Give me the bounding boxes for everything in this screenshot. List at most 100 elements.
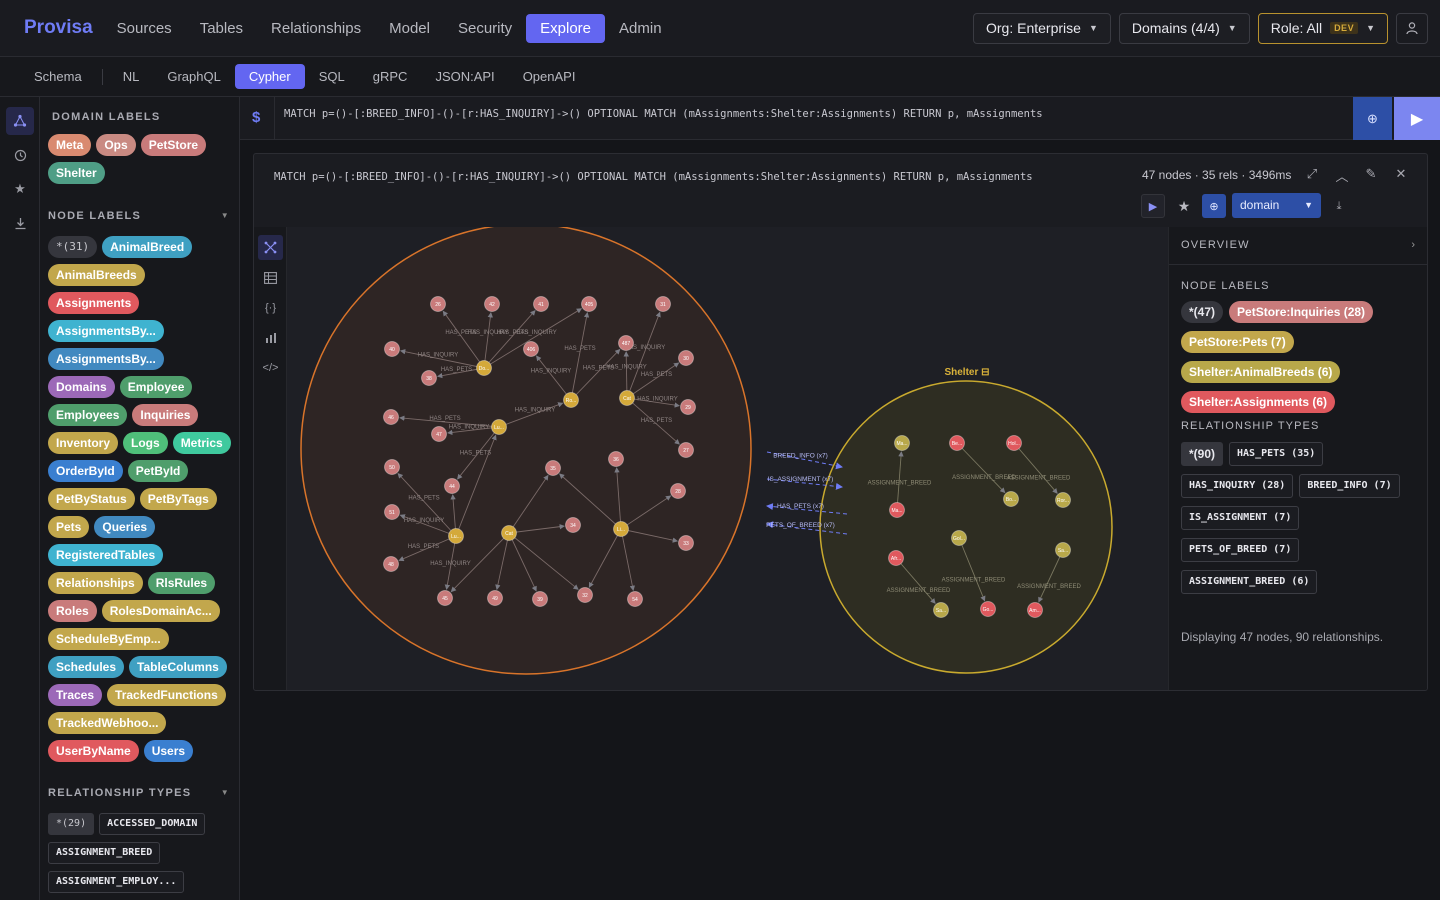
tab-nl[interactable]: NL [109,64,154,89]
rel-type-chip[interactable]: ASSIGNMENT_BREED [48,842,161,864]
view-mode-select[interactable]: domain ▼ [1232,193,1321,218]
nav-admin[interactable]: Admin [605,14,676,43]
domain-label-chip[interactable]: Meta [48,134,92,156]
node-label-chip[interactable]: Employees [48,404,128,426]
overview-rel-type-chip[interactable]: BREED_INFO (7) [1299,474,1400,498]
layout-button[interactable]: ⊕ [1202,194,1226,218]
node-label-chip[interactable]: PetByTags [139,488,217,510]
graph-node[interactable]: 30 [678,350,694,366]
star-icon[interactable]: ★ [6,175,34,203]
nav-explore[interactable]: Explore [526,13,606,43]
graph-node[interactable]: 51 [384,504,400,520]
graph-svg[interactable]: Shelter ⊟ HAS_PETSHAS_INQUIRYHAS_PETSHAS… [287,223,1168,691]
node-labels-count[interactable]: *(31) [48,236,98,258]
node-labels-heading[interactable]: NODE LABELS ▼ [48,210,234,222]
node-label-chip[interactable]: Assignments [48,292,140,314]
graph-node[interactable]: Li... [613,521,629,537]
graph-node[interactable]: Afr... [888,550,904,566]
chevron-right-icon[interactable]: › [1411,239,1415,251]
role-dropdown[interactable]: Role: All DEV ▼ [1257,12,1388,44]
graph-node[interactable]: 28 [670,483,686,499]
graph-node[interactable]: Go... [980,601,996,617]
graph-node[interactable]: 27 [678,442,694,458]
node-label-chip[interactable]: UserByName [48,740,139,762]
node-label-chip[interactable]: ScheduleByEmp... [48,628,169,650]
graph-node[interactable]: 50 [384,459,400,475]
tab-openapi[interactable]: OpenAPI [509,64,590,89]
nav-security[interactable]: Security [444,14,526,43]
node-label-chip[interactable]: Queries [94,516,156,538]
graph-node[interactable]: 29 [680,399,696,415]
node-label-chip[interactable]: TableColumns [129,656,227,678]
node-label-chip[interactable]: TrackedFunctions [107,684,226,706]
overview-node-label-chip[interactable]: PetStore:Pets (7) [1181,331,1294,353]
overview-rel-type-chip[interactable]: HAS_INQUIRY (28) [1181,474,1294,498]
json-view-icon[interactable]: {·} [258,295,283,320]
graph-node[interactable]: 36 [608,451,624,467]
tab-graphql[interactable]: GraphQL [153,64,234,89]
graph-node[interactable]: Sa... [933,602,949,618]
overview-rel-type-chip[interactable]: ASSIGNMENT_BREED (6) [1181,570,1318,594]
node-label-chip[interactable]: Schedules [48,656,125,678]
graph-node[interactable]: 42 [484,296,500,312]
graph-node[interactable]: Do... [476,360,492,376]
node-label-chip[interactable]: Inquiries [132,404,199,426]
node-label-chip[interactable]: RolesDomainAc... [101,600,220,622]
graph-node[interactable]: Lu... [491,419,507,435]
rel-types-heading[interactable]: RELATIONSHIP TYPES ▼ [48,787,234,799]
history-icon[interactable] [6,141,34,169]
graph-node[interactable]: 48 [383,556,399,572]
graph-node[interactable]: 35 [545,460,561,476]
code-view-icon[interactable]: </> [258,355,283,380]
graph-node[interactable]: 54 [627,591,643,607]
nav-sources[interactable]: Sources [103,14,186,43]
graph-node[interactable]: 41 [533,296,549,312]
graph-node[interactable]: Ror... [1055,492,1071,508]
graph-node[interactable]: 32 [577,587,593,603]
overview-rel-type-chip[interactable]: PETS_OF_BREED (7) [1181,538,1300,562]
domain-label-chip[interactable]: Shelter [48,162,105,184]
chart-view-icon[interactable] [258,325,283,350]
org-dropdown[interactable]: Org: Enterprise ▼ [973,12,1111,44]
node-label-chip[interactable]: AssignmentsBy... [48,320,164,342]
node-label-chip[interactable]: OrderById [48,460,123,482]
domain-label-chip[interactable]: PetStore [140,134,207,156]
graph-node[interactable]: Be... [949,435,965,451]
node-label-chip[interactable]: AnimalBreed [102,236,193,258]
graph-node[interactable]: Cat [501,525,517,541]
rel-types-count[interactable]: *(29) [48,813,95,835]
rerun-button[interactable]: ▶ [1141,194,1165,218]
graph-node[interactable]: Ma... [894,435,910,451]
graph-node[interactable]: 46 [383,409,399,425]
graph-node[interactable]: 405 [581,296,597,312]
graph-node[interactable]: Gol... [951,530,967,546]
close-icon[interactable]: ✕ [1392,166,1410,182]
node-label-chip[interactable]: PetByStatus [48,488,135,510]
node-label-chip[interactable]: AnimalBreeds [48,264,145,286]
graph-node[interactable]: 49 [487,590,503,606]
query-editor[interactable]: MATCH p=()-[:BREED_INFO]-()-[r:HAS_INQUI… [284,108,1043,120]
query-options-button[interactable]: ⊕ [1353,97,1392,140]
graph-view-icon[interactable] [258,235,283,260]
rel-type-chip[interactable]: ASSIGNMENT_EMPLOY... [48,871,185,893]
tab-json-api[interactable]: JSON:API [421,64,508,89]
graph-node[interactable]: Bo... [1003,491,1019,507]
graph-node[interactable]: Hol... [1006,435,1022,451]
nav-model[interactable]: Model [375,14,444,43]
graph-node[interactable]: 47 [431,426,447,442]
node-label-chip[interactable]: Domains [48,376,115,398]
user-menu-button[interactable] [1396,12,1428,44]
pin-icon[interactable]: ✎ [1362,166,1380,182]
node-label-chip[interactable]: Employee [119,376,193,398]
graph-node[interactable]: 487 [618,335,634,351]
graph-node[interactable]: 33 [678,535,694,551]
expand-icon[interactable]: ⤢ [1303,166,1321,182]
brand-logo[interactable]: Provisa [24,17,93,39]
export-button[interactable]: ⤓ [1327,194,1351,218]
node-label-chip[interactable]: RlsRules [147,572,216,594]
node-label-chip[interactable]: Logs [123,432,168,454]
node-label-chip[interactable]: Metrics [172,432,231,454]
node-label-chip[interactable]: AssignmentsBy... [48,348,164,370]
graph-node[interactable]: 40 [384,341,400,357]
overview-node-label-chip[interactable]: *(47) [1181,301,1224,323]
